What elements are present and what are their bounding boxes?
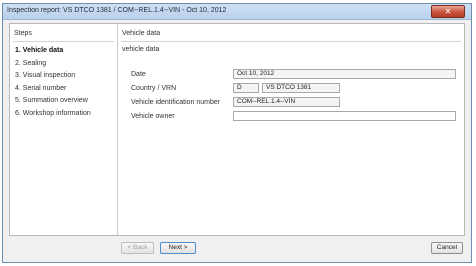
wizard-body: Steps 1. Vehicle data 2. Sealing 3. Visu… bbox=[9, 23, 465, 236]
step-visual-inspection[interactable]: 3. Visual inspection bbox=[15, 70, 91, 83]
vin-row: Vehicle identification number COM--REL.1… bbox=[131, 97, 456, 108]
back-button[interactable]: < Back bbox=[121, 242, 154, 254]
vrn-field[interactable]: VS DTCO 1381 bbox=[262, 83, 340, 93]
steps-list: 1. Vehicle data 2. Sealing 3. Visual ins… bbox=[15, 45, 91, 120]
step-workshop-information[interactable]: 6. Workshop information bbox=[15, 108, 91, 121]
date-field[interactable]: Oct 10, 2012 bbox=[233, 69, 456, 79]
owner-label: Vehicle owner bbox=[131, 113, 175, 120]
country-vrn-label: Country / VRN bbox=[131, 85, 177, 92]
close-icon: ✕ bbox=[444, 7, 452, 16]
wizard-footer: < Back Next > Cancel bbox=[9, 242, 465, 256]
step-serial-number[interactable]: 4. Serial number bbox=[15, 83, 91, 96]
date-row: Date Oct 10, 2012 bbox=[131, 69, 456, 80]
content-divider bbox=[121, 41, 461, 42]
inspection-report-dialog: Inspection report: VS DTCO 1381 / COM--R… bbox=[2, 3, 472, 263]
title-bar[interactable]: Inspection report: VS DTCO 1381 / COM--R… bbox=[3, 4, 471, 20]
cancel-button[interactable]: Cancel bbox=[431, 242, 463, 254]
owner-row: Vehicle owner bbox=[131, 111, 456, 122]
steps-pane: Steps 1. Vehicle data 2. Sealing 3. Visu… bbox=[10, 24, 118, 235]
vin-label: Vehicle identification number bbox=[131, 99, 221, 106]
steps-header: Steps bbox=[14, 30, 32, 37]
next-button[interactable]: Next > bbox=[160, 242, 196, 254]
section-subtitle: vehicle data bbox=[122, 46, 160, 53]
country-field[interactable]: D bbox=[233, 83, 259, 93]
owner-input[interactable] bbox=[233, 111, 456, 121]
window-title: Inspection report: VS DTCO 1381 / COM--R… bbox=[7, 7, 227, 14]
page-title: Vehicle data bbox=[122, 30, 161, 37]
step-sealing[interactable]: 2. Sealing bbox=[15, 58, 91, 71]
content-pane: Vehicle data vehicle data Date Oct 10, 2… bbox=[118, 24, 464, 235]
step-vehicle-data[interactable]: 1. Vehicle data bbox=[15, 45, 91, 58]
steps-divider bbox=[13, 41, 114, 42]
country-vrn-row: Country / VRN D VS DTCO 1381 bbox=[131, 83, 456, 94]
vin-field[interactable]: COM--REL.1.4--VIN bbox=[233, 97, 340, 107]
step-summation-overview[interactable]: 5. Summation overview bbox=[15, 95, 91, 108]
close-button[interactable]: ✕ bbox=[431, 5, 465, 18]
date-label: Date bbox=[131, 71, 146, 78]
